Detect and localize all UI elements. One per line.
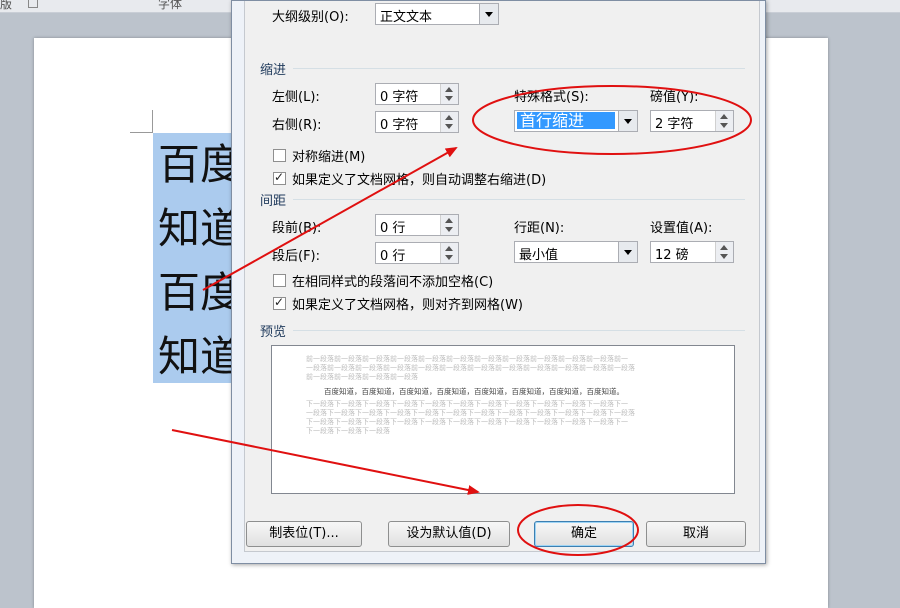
spin-down-icon[interactable] (445, 96, 453, 101)
preview-box: 前一段落前一段落前一段落前一段落前一段落前一段落前一段落前一段落前一段落前一段落… (271, 345, 735, 494)
ribbon-label-font[interactable]: 字体 (158, 0, 182, 12)
line-spacing-select[interactable]: 最小值 (514, 241, 638, 263)
outline-level-label: 大纲级别(O): (272, 10, 349, 25)
spinner-buttons[interactable] (440, 84, 458, 104)
spin-down-icon[interactable] (445, 227, 453, 232)
preview-section-title: 预览 (260, 325, 287, 340)
by-spinner[interactable]: 2 字符 (650, 110, 734, 132)
left-indent-spinner[interactable]: 0 字符 (375, 83, 459, 105)
spin-down-icon[interactable] (445, 124, 453, 129)
preview-next-line: 下一段落下一段落下一段落下一段落下一段落下一段落下一段落下一段落下一段落下一段落… (306, 400, 628, 408)
divider (293, 199, 745, 200)
special-format-label: 特殊格式(S): (514, 90, 589, 105)
at-value: 12 磅 (655, 248, 689, 263)
preview-previous-line: 一段落前一段落前一段落前一段落前一段落前一段落前一段落前一段落前一段落前一段落前… (306, 364, 635, 372)
after-label: 段后(F): (272, 249, 321, 264)
snap-to-grid-checkbox[interactable] (273, 295, 286, 310)
tabs-button[interactable]: 制表位(T)... (246, 521, 362, 547)
spacing-section-title: 间距 (260, 194, 287, 209)
document-line[interactable]: 百度知道 (158, 140, 233, 190)
by-value: 2 字符 (655, 117, 694, 132)
spin-up-icon[interactable] (445, 87, 453, 92)
document-line[interactable]: 知道百度 (158, 332, 233, 382)
right-indent-label: 右侧(R): (272, 118, 322, 133)
preview-current-paragraph: 百度知道，百度知道，百度知道，百度知道，百度知道，百度知道，百度知道，百度知道。 (324, 387, 624, 396)
right-indent-spinner[interactable]: 0 字符 (375, 111, 459, 133)
auto-adjust-right-label[interactable]: 如果定义了文档网格，则自动调整右缩进(D) (292, 169, 546, 188)
left-indent-value: 0 字符 (380, 90, 419, 105)
no-space-same-style-label[interactable]: 在相同样式的段落间不添加空格(C) (292, 271, 493, 290)
spin-down-icon[interactable] (445, 255, 453, 260)
spinner-buttons[interactable] (440, 215, 458, 235)
preview-previous-line: 前一段落前一段落前一段落前一段落前一段落前一段落前一段落前一段落前一段落前一段落… (306, 355, 628, 363)
left-indent-label: 左侧(L): (272, 90, 320, 105)
divider (293, 330, 745, 331)
spinner-buttons[interactable] (440, 243, 458, 263)
special-format-select[interactable]: 首行缩进 (514, 110, 638, 132)
preview-next-line: 下一段落下一段落下一段落下一段落下一段落下一段落下一段落下一段落下一段落下一段落… (306, 418, 628, 426)
spin-up-icon[interactable] (720, 114, 728, 119)
chevron-down-icon[interactable] (618, 111, 637, 131)
margin-corner-mark (130, 110, 153, 133)
spinner-buttons[interactable] (715, 242, 733, 262)
ribbon-label-left: 版 (0, 0, 13, 11)
outline-level-select[interactable]: 正文文本 (375, 3, 499, 25)
document-line[interactable]: 知道百度 (158, 204, 233, 254)
special-format-value: 首行缩进 (517, 112, 615, 129)
auto-adjust-right-checkbox[interactable] (273, 170, 286, 185)
spin-up-icon[interactable] (445, 115, 453, 120)
after-spinner[interactable]: 0 行 (375, 242, 459, 264)
ok-button[interactable]: 确定 (534, 521, 634, 547)
paragraph-dialog: 大纲级别(O): 正文文本 缩进 左侧(L): 0 字符 右侧(R): 0 字符… (231, 0, 766, 564)
preview-next-line: 下一段落下一段落下一段落 (306, 427, 390, 435)
chevron-down-icon[interactable] (479, 4, 498, 24)
preview-next-line: 一段落下一段落下一段落下一段落下一段落下一段落下一段落下一段落下一段落下一段落下… (306, 409, 635, 417)
mirror-indents-label[interactable]: 对称缩进(M) (292, 146, 365, 165)
line-spacing-label: 行距(N): (514, 221, 565, 236)
spinner-buttons[interactable] (440, 112, 458, 132)
before-spinner[interactable]: 0 行 (375, 214, 459, 236)
spin-down-icon[interactable] (720, 123, 728, 128)
no-space-same-style-checkbox[interactable] (273, 274, 286, 287)
spin-up-icon[interactable] (445, 246, 453, 251)
cancel-button[interactable]: 取消 (646, 521, 746, 547)
dialog-launcher-icon[interactable] (28, 0, 38, 8)
indents-spacing-panel: 大纲级别(O): 正文文本 缩进 左侧(L): 0 字符 右侧(R): 0 字符… (244, 1, 760, 552)
spinner-buttons[interactable] (715, 111, 733, 131)
divider (293, 68, 745, 69)
chevron-down-icon[interactable] (618, 242, 637, 262)
outline-level-value: 正文文本 (380, 10, 433, 25)
spin-up-icon[interactable] (720, 245, 728, 250)
before-label: 段前(B): (272, 221, 322, 236)
set-default-button[interactable]: 设为默认值(D) (388, 521, 510, 547)
spin-down-icon[interactable] (720, 254, 728, 259)
right-indent-value: 0 字符 (380, 118, 419, 133)
at-spinner[interactable]: 12 磅 (650, 241, 734, 263)
at-label: 设置值(A): (650, 221, 713, 236)
before-value: 0 行 (380, 221, 406, 236)
by-label: 磅值(Y): (650, 90, 699, 105)
spin-up-icon[interactable] (445, 218, 453, 223)
mirror-indents-checkbox[interactable] (273, 149, 286, 162)
after-value: 0 行 (380, 249, 406, 264)
indent-section-title: 缩进 (260, 63, 287, 78)
preview-previous-line: 前一段落前一段落前一段落前一段落 (306, 373, 418, 381)
document-line[interactable]: 百度知道 (158, 268, 233, 318)
line-spacing-value: 最小值 (519, 248, 559, 263)
snap-to-grid-label[interactable]: 如果定义了文档网格，则对齐到网格(W) (292, 294, 523, 313)
